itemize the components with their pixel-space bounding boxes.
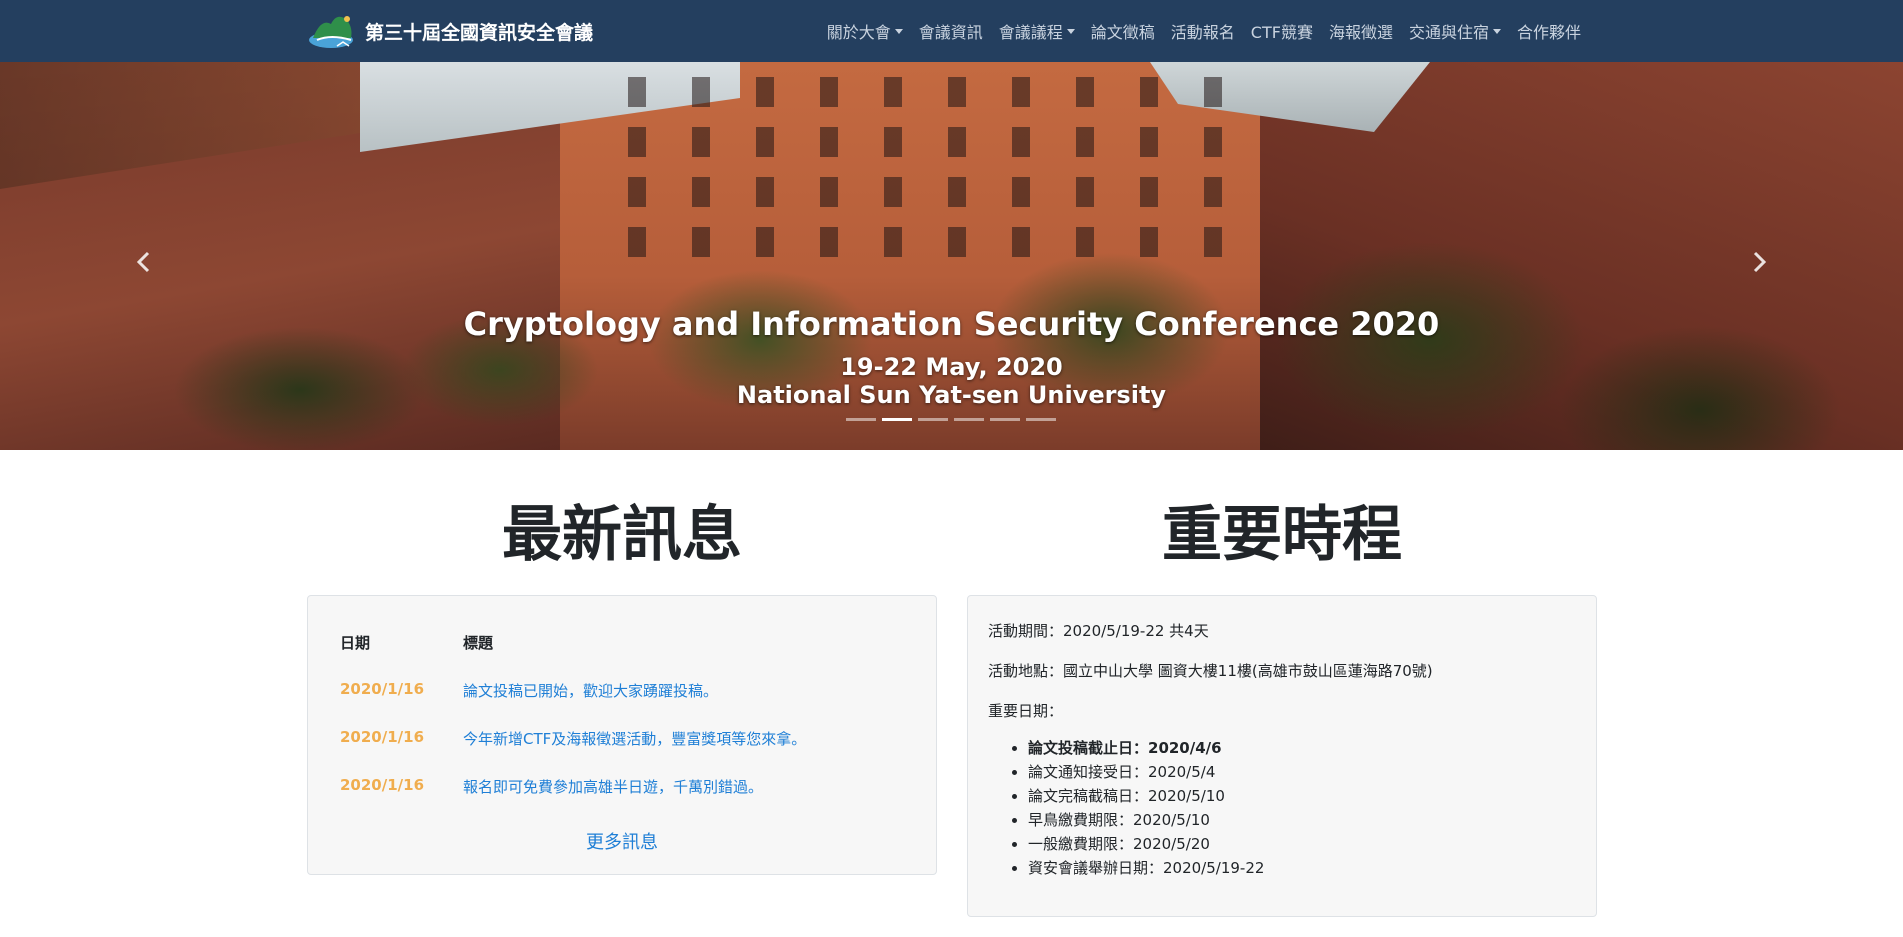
event-location: 活動地點：國立中山大學 圖資大樓11樓(高雄市鼓山區蓮海路70號) (988, 662, 1433, 680)
more-news-link[interactable]: 更多訊息 (308, 828, 936, 854)
news-panel: 日期 標題 2020/1/16 論文投稿已開始，歡迎大家踴躍投稿。 2020/1… (307, 595, 937, 875)
hero-carousel: Cryptology and Information Security Conf… (0, 62, 1903, 450)
important-dates-label: 重要日期： (988, 702, 1064, 720)
nav-transport-label: 交通與住宿 (1408, 23, 1489, 42)
news-date-header: 日期 (340, 634, 371, 652)
caret-down-icon (894, 28, 903, 34)
brand-title: 第三十屆全國資訊安全會議 (365, 21, 594, 44)
date-item: 論文通知接受日：2020/5/4 (1028, 760, 1264, 784)
news-title-link[interactable]: 報名即可免費參加高雄半日遊，千萬別錯過。 (463, 776, 763, 797)
important-dates-list: 論文投稿截止日：2020/4/6 論文通知接受日：2020/5/4 論文完稿截稿… (1008, 736, 1264, 880)
news-date: 2020/1/16 (340, 728, 425, 746)
chevron-left-icon (136, 251, 150, 273)
carousel-indicator[interactable] (918, 418, 948, 421)
nav-ctf[interactable]: CTF競賽 (1243, 19, 1321, 43)
carousel-prev-button[interactable] (128, 242, 158, 282)
schedule-heading: 重要時程 (1162, 500, 1402, 570)
news-date: 2020/1/16 (340, 680, 425, 698)
nav-transport[interactable]: 交通與住宿 (1401, 19, 1509, 43)
date-item: 早鳥繳費期限：2020/5/10 (1028, 808, 1264, 832)
nav-info[interactable]: 會議資訊 (911, 19, 991, 43)
nav-ctf-label: CTF競賽 (1250, 23, 1313, 42)
carousel-indicator[interactable] (1026, 418, 1056, 421)
carousel-indicator[interactable] (990, 418, 1020, 421)
chevron-right-icon (1753, 251, 1767, 273)
hero-venue: National Sun Yat-sen University (736, 381, 1167, 409)
nav-agenda[interactable]: 會議議程 (991, 19, 1083, 43)
main-nav: 關於大會 會議資訊 會議議程 論文徵稿 活動報名 CTF競賽 海報徵選 交通與住… (819, 0, 1589, 62)
caret-down-icon (1066, 28, 1075, 34)
news-date: 2020/1/16 (340, 776, 425, 794)
news-title-link[interactable]: 論文投稿已開始，歡迎大家踴躍投稿。 (463, 680, 718, 701)
news-heading: 最新訊息 (502, 500, 742, 570)
carousel-next-button[interactable] (1745, 242, 1775, 282)
schedule-panel: 活動期間：2020/5/19-22 共4天 活動地點：國立中山大學 圖資大樓11… (967, 595, 1597, 917)
news-title-header: 標題 (463, 634, 494, 652)
date-item: 論文完稿截稿日：2020/5/10 (1028, 784, 1264, 808)
event-period: 活動期間：2020/5/19-22 共4天 (988, 622, 1209, 640)
nav-registration[interactable]: 活動報名 (1163, 19, 1243, 43)
carousel-indicator[interactable] (954, 418, 984, 421)
nav-call-for-papers[interactable]: 論文徵稿 (1083, 19, 1163, 43)
nav-about-label: 關於大會 (826, 23, 891, 42)
news-title-link[interactable]: 今年新增CTF及海報徵選活動，豐富獎項等您來拿。 (463, 728, 806, 749)
carousel-indicators (846, 418, 1056, 421)
date-item: 一般繳費期限：2020/5/20 (1028, 832, 1264, 856)
nav-poster-label: 海報徵選 (1328, 23, 1393, 42)
nav-poster[interactable]: 海報徵選 (1321, 19, 1401, 43)
nav-cfp-label: 論文徵稿 (1090, 23, 1155, 42)
top-navbar: 第三十屆全國資訊安全會議 關於大會 會議資訊 會議議程 論文徵稿 活動報名 CT… (0, 0, 1903, 62)
nav-partners[interactable]: 合作夥伴 (1509, 19, 1589, 43)
conference-logo-icon (309, 16, 353, 48)
carousel-indicator[interactable] (882, 418, 912, 421)
nav-info-label: 會議資訊 (918, 23, 983, 42)
nav-agenda-label: 會議議程 (998, 23, 1063, 42)
caret-down-icon (1492, 28, 1501, 34)
date-item: 論文投稿截止日：2020/4/6 (1028, 736, 1264, 760)
nav-registration-label: 活動報名 (1170, 23, 1235, 42)
hero-title: Cryptology and Information Security Conf… (463, 305, 1440, 343)
carousel-indicator[interactable] (846, 418, 876, 421)
date-item: 資安會議舉辦日期：2020/5/19-22 (1028, 856, 1264, 880)
brand-link[interactable]: 第三十屆全國資訊安全會議 (307, 10, 593, 52)
nav-partners-label: 合作夥伴 (1516, 23, 1581, 42)
nav-about[interactable]: 關於大會 (819, 19, 911, 43)
hero-date: 19-22 May, 2020 (840, 353, 1063, 381)
